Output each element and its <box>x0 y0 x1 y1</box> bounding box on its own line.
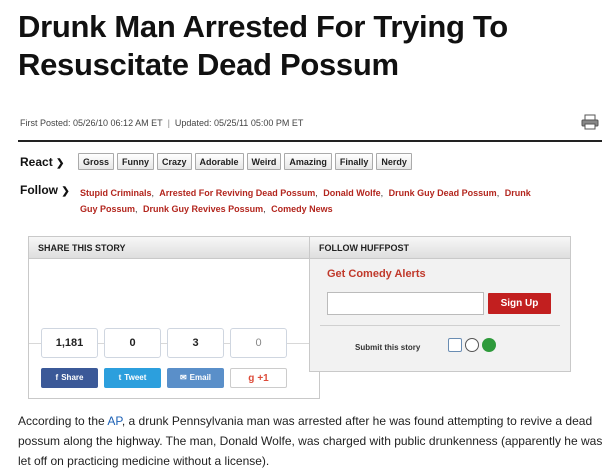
google-plus-icon: g <box>248 373 255 384</box>
alerts-title: Get Comedy Alerts <box>327 268 426 280</box>
sign-up-button[interactable]: Sign Up <box>488 293 551 314</box>
tweet-button[interactable]: t Tweet <box>104 368 161 388</box>
follow-link[interactable]: Drunk Guy Revives Possum <box>143 204 263 214</box>
chevron-right-icon: ❯ <box>61 186 70 197</box>
react-tag-nerdy[interactable]: Nerdy <box>376 153 412 170</box>
alerts-email-input[interactable] <box>327 292 484 315</box>
react-tag-weird[interactable]: Weird <box>246 153 282 170</box>
follow-link[interactable]: Stupid Criminals <box>80 188 152 198</box>
first-posted: First Posted: 05/26/10 06:12 AM ET <box>20 118 163 128</box>
article-paragraph: According to the AP, a drunk Pennsylvani… <box>18 414 603 468</box>
follow-label: Follow ❯ <box>20 183 70 197</box>
react-tags: Gross Funny Crazy Adorable Weird Amazing… <box>78 153 412 170</box>
stumbleupon-icon[interactable] <box>482 338 496 352</box>
email-button[interactable]: ✉ Email <box>167 368 224 388</box>
facebook-share-button[interactable]: f Share <box>41 368 98 388</box>
react-tag-adorable[interactable]: Adorable <box>194 153 244 170</box>
follow-link[interactable]: Arrested For Reviving Dead Possum <box>159 188 315 198</box>
facebook-count: 1,181 <box>41 328 98 358</box>
follow-links: Stupid Criminals, Arrested For Reviving … <box>80 188 531 214</box>
facebook-icon: f <box>55 373 59 382</box>
ap-source-link[interactable]: AP <box>107 414 121 428</box>
panel-divider <box>320 325 560 326</box>
reddit-icon[interactable] <box>465 338 479 352</box>
header-divider <box>18 140 602 142</box>
share-buttons: f Share t Tweet ✉ Email g +1 <box>41 368 287 388</box>
updated-date: Updated: 05/25/11 05:00 PM ET <box>174 118 304 128</box>
headline: Drunk Man Arrested For Trying To Resusci… <box>18 9 508 82</box>
google-plus-button[interactable]: g +1 <box>230 368 287 388</box>
print-icon[interactable] <box>581 114 599 130</box>
react-tag-finally[interactable]: Finally <box>334 153 374 170</box>
share-panel: SHARE THIS STORY 1,181 0 3 0 f Share t Twe… <box>28 236 320 399</box>
date-separator: | <box>167 118 170 128</box>
submit-icons <box>448 338 496 352</box>
google-plus-count: 0 <box>230 328 287 358</box>
react-tag-gross[interactable]: Gross <box>78 153 115 170</box>
react-label: React ❯ <box>20 155 65 169</box>
email-icon: ✉ <box>179 373 187 382</box>
share-counts: 1,181 0 3 0 <box>41 328 287 358</box>
follow-link[interactable]: Drunk Guy Dead Possum <box>389 188 497 198</box>
follow-link[interactable]: Donald Wolfe <box>323 188 380 198</box>
react-tag-crazy[interactable]: Crazy <box>157 153 192 170</box>
follow-huffpost-panel: FOLLOW HUFFPOST Get Comedy Alerts Sign U… <box>309 236 571 372</box>
follow-huffpost-title: FOLLOW HUFFPOST <box>310 237 570 259</box>
post-dates: First Posted: 05/26/10 06:12 AM ET | Updat… <box>20 118 303 128</box>
submit-story-label: Submit this story <box>355 343 421 352</box>
follow-link[interactable]: Comedy News <box>271 204 333 214</box>
share-panel-title: SHARE THIS STORY <box>29 237 319 259</box>
twitter-icon: t <box>118 373 122 382</box>
email-count: 3 <box>167 328 224 358</box>
react-tag-funny[interactable]: Funny <box>117 153 155 170</box>
chevron-right-icon: ❯ <box>56 158 65 169</box>
twitter-count: 0 <box>104 328 161 358</box>
digg-icon[interactable] <box>448 338 462 352</box>
react-tag-amazing[interactable]: Amazing <box>284 153 332 170</box>
